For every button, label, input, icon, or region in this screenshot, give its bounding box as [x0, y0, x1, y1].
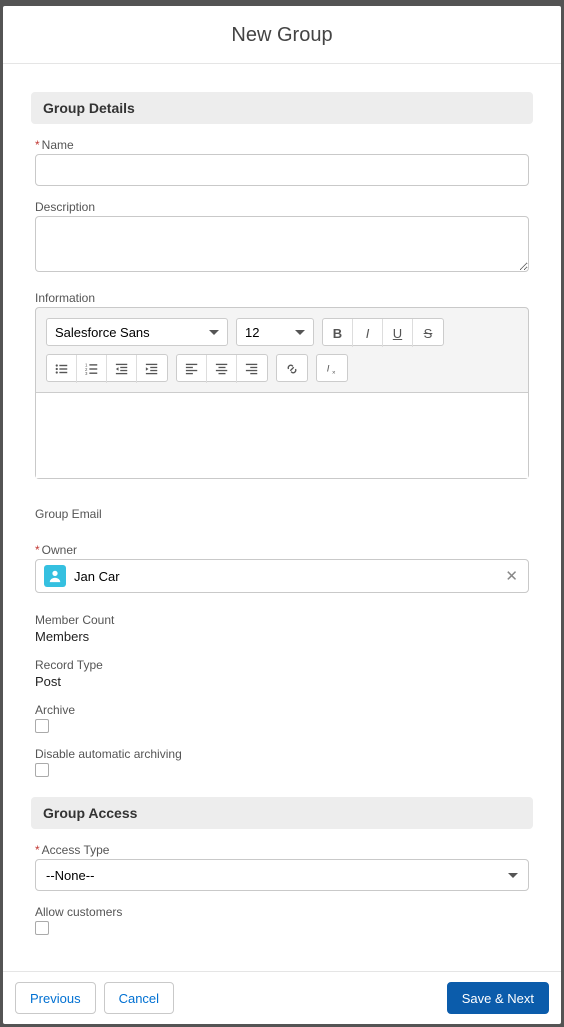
access-type-label: Access Type	[35, 843, 529, 857]
archive-checkbox[interactable]	[35, 719, 49, 733]
name-label: Name	[35, 138, 529, 152]
previous-button[interactable]: Previous	[15, 982, 96, 1014]
text-style-group: B I U S	[322, 318, 444, 346]
outdent-icon	[115, 362, 129, 376]
record-type-label: Record Type	[35, 658, 529, 672]
align-right-icon	[245, 362, 259, 376]
field-owner: Owner Jan Car ✕	[31, 543, 533, 593]
allow-customers-checkbox[interactable]	[35, 921, 49, 935]
field-information: Information Salesforce Sans 12 B I U	[31, 291, 533, 479]
font-select-value: Salesforce Sans	[55, 325, 150, 340]
chevron-down-icon	[209, 330, 219, 335]
rich-text-editor: Salesforce Sans 12 B I U S	[35, 307, 529, 479]
link-button[interactable]	[277, 355, 307, 383]
italic-icon: I	[366, 326, 370, 341]
cancel-button[interactable]: Cancel	[104, 982, 174, 1014]
field-archive: Archive	[31, 703, 533, 733]
modal-header: New Group	[3, 6, 561, 64]
description-label: Description	[35, 200, 529, 214]
font-select[interactable]: Salesforce Sans	[46, 318, 228, 346]
section-group-access: Group Access	[31, 797, 533, 829]
name-input[interactable]	[35, 154, 529, 186]
strike-button[interactable]: S	[413, 319, 443, 347]
svg-text:I: I	[327, 364, 330, 375]
list-group: 123	[46, 354, 168, 382]
section-group-details: Group Details	[31, 92, 533, 124]
member-count-label: Member Count	[35, 613, 529, 627]
chevron-down-icon	[295, 330, 305, 335]
indent-icon	[145, 362, 159, 376]
indent-button[interactable]	[137, 355, 167, 383]
modal-footer: Previous Cancel Save & Next	[3, 971, 561, 1024]
member-count-value: Members	[35, 629, 529, 644]
italic-button[interactable]: I	[353, 319, 383, 347]
align-center-icon	[215, 362, 229, 376]
link-group	[276, 354, 308, 382]
field-member-count: Member Count Members	[31, 613, 533, 644]
bullet-list-icon	[55, 362, 69, 376]
field-name: Name	[31, 138, 533, 186]
archive-label: Archive	[35, 703, 529, 717]
clear-format-button[interactable]: I×	[317, 355, 347, 383]
rte-toolbar-row2: 123	[36, 350, 528, 392]
underline-button[interactable]: U	[383, 319, 413, 347]
save-next-button[interactable]: Save & Next	[447, 982, 549, 1014]
record-type-value: Post	[35, 674, 529, 689]
user-icon	[44, 565, 66, 587]
align-left-icon	[185, 362, 199, 376]
clear-group: I×	[316, 354, 348, 382]
new-group-modal: New Group Group Details Name Description…	[3, 6, 561, 1024]
svg-text:×: ×	[332, 369, 336, 376]
information-label: Information	[35, 291, 529, 305]
field-group-email: Group Email	[31, 507, 533, 521]
owner-lookup[interactable]: Jan Car ✕	[35, 559, 529, 593]
access-type-select[interactable]: --None--	[35, 859, 529, 891]
allow-customers-label: Allow customers	[35, 905, 529, 919]
svg-text:3: 3	[85, 371, 88, 376]
group-email-label: Group Email	[35, 507, 529, 521]
underline-icon: U	[393, 326, 402, 341]
chevron-down-icon	[508, 873, 518, 878]
bold-icon: B	[333, 326, 342, 341]
access-type-value: --None--	[46, 868, 94, 883]
strike-icon: S	[424, 326, 433, 341]
align-right-button[interactable]	[237, 355, 267, 383]
bold-button[interactable]: B	[323, 319, 353, 347]
align-left-button[interactable]	[177, 355, 207, 383]
clear-owner-button[interactable]: ✕	[505, 567, 518, 585]
field-record-type: Record Type Post	[31, 658, 533, 689]
modal-body: Group Details Name Description Informati…	[3, 64, 561, 971]
field-access-type: Access Type --None--	[31, 843, 533, 891]
disable-archive-checkbox[interactable]	[35, 763, 49, 777]
rte-toolbar-row1: Salesforce Sans 12 B I U S	[36, 308, 528, 350]
field-disable-archive: Disable automatic archiving	[31, 747, 533, 777]
field-description: Description	[31, 200, 533, 277]
align-center-button[interactable]	[207, 355, 237, 383]
description-textarea[interactable]	[35, 216, 529, 272]
disable-archive-label: Disable automatic archiving	[35, 747, 529, 761]
rte-content[interactable]	[36, 392, 528, 478]
link-icon	[285, 362, 299, 376]
field-allow-customers: Allow customers	[31, 905, 533, 935]
numbered-list-button[interactable]: 123	[77, 355, 107, 383]
clear-format-icon: I×	[325, 362, 339, 376]
owner-value: Jan Car	[74, 569, 120, 584]
size-select-value: 12	[245, 325, 259, 340]
numbered-list-icon: 123	[85, 362, 99, 376]
outdent-button[interactable]	[107, 355, 137, 383]
owner-label: Owner	[35, 543, 529, 557]
bullet-list-button[interactable]	[47, 355, 77, 383]
align-group	[176, 354, 268, 382]
size-select[interactable]: 12	[236, 318, 314, 346]
modal-title: New Group	[3, 24, 561, 47]
